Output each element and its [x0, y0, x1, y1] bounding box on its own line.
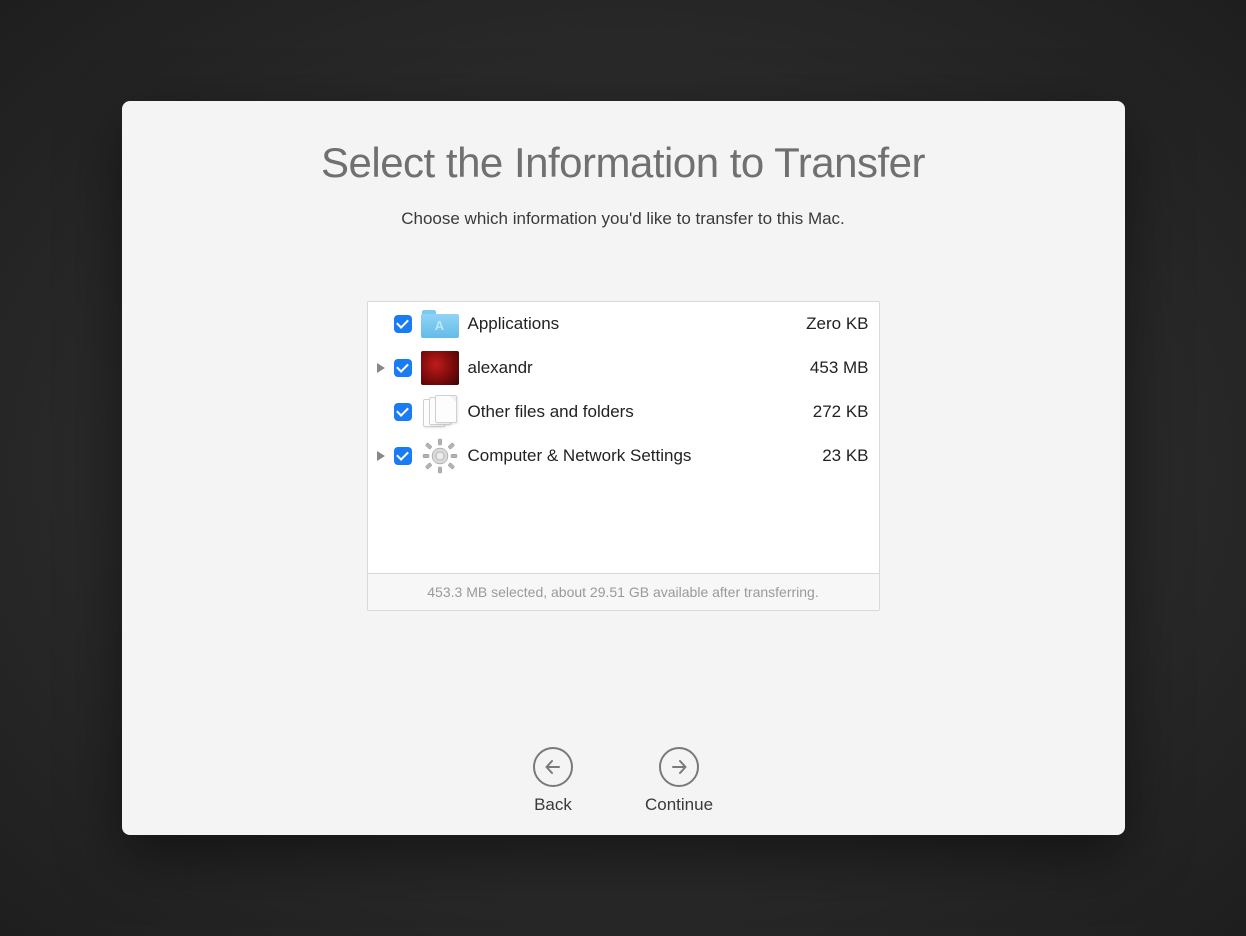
footer-nav: Back Continue	[122, 747, 1125, 815]
item-size: Zero KB	[806, 314, 868, 334]
checkbox[interactable]	[394, 359, 412, 377]
item-size: 23 KB	[822, 446, 868, 466]
migration-assistant-window: Select the Information to Transfer Choos…	[122, 101, 1125, 835]
transfer-items-list: A Applications Zero KB alexandr 453 MB	[368, 302, 879, 573]
list-item[interactable]: Computer & Network Settings 23 KB	[368, 434, 879, 478]
item-label: alexandr	[468, 358, 810, 378]
item-size: 453 MB	[810, 358, 869, 378]
back-button[interactable]: Back	[533, 747, 573, 815]
list-item[interactable]: Other files and folders 272 KB	[368, 390, 879, 434]
user-avatar-rose-icon	[420, 352, 460, 384]
arrow-left-icon	[533, 747, 573, 787]
documents-icon	[420, 396, 460, 428]
checkbox[interactable]	[394, 403, 412, 421]
list-item[interactable]: A Applications Zero KB	[368, 302, 879, 346]
disclosure-triangle-icon[interactable]	[374, 449, 388, 463]
item-size: 272 KB	[813, 402, 869, 422]
gear-icon	[420, 440, 460, 472]
checkbox[interactable]	[394, 315, 412, 333]
arrow-right-icon	[659, 747, 699, 787]
continue-button[interactable]: Continue	[645, 747, 713, 815]
page-subtitle: Choose which information you'd like to t…	[122, 209, 1125, 229]
continue-button-label: Continue	[645, 795, 713, 815]
status-text: 453.3 MB selected, about 29.51 GB availa…	[368, 573, 879, 610]
disclosure-triangle-icon[interactable]	[374, 361, 388, 375]
back-button-label: Back	[534, 795, 572, 815]
item-label: Applications	[468, 314, 807, 334]
page-title: Select the Information to Transfer	[122, 139, 1125, 187]
item-label: Computer & Network Settings	[468, 446, 823, 466]
item-label: Other files and folders	[468, 402, 813, 422]
transfer-items-panel: A Applications Zero KB alexandr 453 MB	[367, 301, 880, 611]
list-item[interactable]: alexandr 453 MB	[368, 346, 879, 390]
applications-folder-icon: A	[420, 308, 460, 340]
checkbox[interactable]	[394, 447, 412, 465]
